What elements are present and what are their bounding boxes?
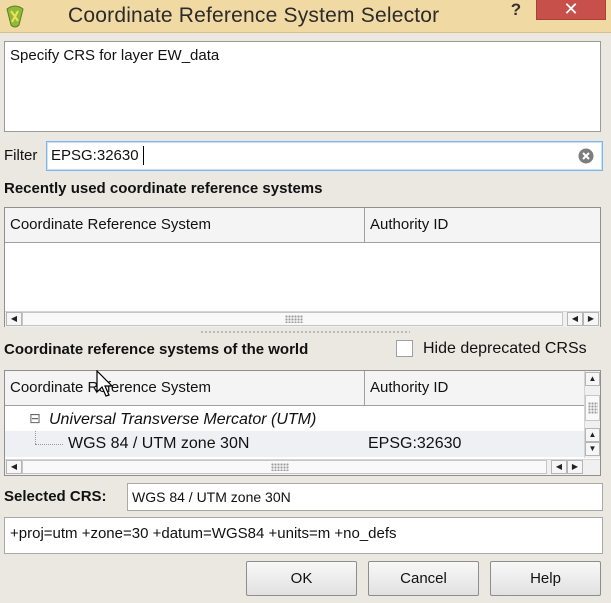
recent-scroll-left-button[interactable]: ◀ — [6, 312, 22, 326]
world-scroll-left-button-2[interactable]: ◀ — [551, 460, 567, 474]
tree-group-utm[interactable]: Universal Transverse Mercator (UTM) — [49, 411, 316, 429]
authority-id-cell: EPSG:32630 — [368, 435, 462, 452]
splitter-handle[interactable] — [200, 330, 410, 335]
world-scroll-grip — [271, 463, 289, 471]
world-vertical-thumb[interactable] — [585, 395, 600, 421]
proj4-definition: +proj=utm +zone=30 +datum=WGS84 +units=m… — [10, 525, 397, 542]
help-button[interactable]: Help — [490, 561, 601, 596]
world-horizontal-scrollbar[interactable]: ◀ ◀ ▶ — [5, 459, 600, 475]
recent-scroll-thumb[interactable] — [22, 312, 563, 326]
filter-value: EPSG:32630 — [51, 147, 139, 164]
tree-row-selected[interactable]: WGS 84 / UTM zone 30N EPSG:32630 — [5, 431, 585, 457]
world-scroll-up-button-2[interactable]: ▲ — [585, 428, 600, 442]
world-scroll-thumb[interactable] — [22, 460, 547, 474]
hide-deprecated-checkbox[interactable] — [396, 340, 413, 357]
recent-scroll-right-button[interactable]: ▶ — [583, 312, 599, 326]
tree-guide-line-horizontal — [35, 444, 63, 445]
world-scroll-left-button[interactable]: ◀ — [6, 460, 22, 474]
world-scroll-up-button[interactable]: ▲ — [585, 372, 600, 386]
clear-filter-icon[interactable] — [578, 148, 594, 164]
selected-crs-field: WGS 84 / UTM zone 30N — [127, 483, 603, 511]
layer-description: Specify CRS for layer EW_data — [10, 47, 220, 64]
world-crs-heading: Coordinate reference systems of the worl… — [4, 341, 309, 358]
window-title: Coordinate Reference System Selector — [68, 4, 440, 27]
filter-input[interactable]: EPSG:32630 — [46, 141, 603, 171]
world-vertical-grip — [588, 402, 598, 414]
world-crs-table[interactable]: Coordinate Reference System Authority ID… — [4, 370, 601, 476]
recent-crs-table[interactable]: Coordinate Reference System Authority ID… — [4, 207, 601, 327]
recent-column-crs[interactable]: Coordinate Reference System — [5, 208, 365, 243]
cancel-button[interactable]: Cancel — [368, 561, 479, 596]
close-button[interactable]: ✕ — [536, 0, 606, 20]
text-caret — [143, 146, 144, 165]
world-vertical-scrollbar[interactable]: ▲ ▲ ▼ — [584, 371, 600, 458]
world-scroll-down-button[interactable]: ▼ — [585, 442, 600, 456]
recent-crs-heading: Recently used coordinate reference syste… — [4, 180, 323, 197]
recent-scroll-left-button-2[interactable]: ◀ — [567, 312, 583, 326]
title-bar[interactable]: Coordinate Reference System Selector ? ✕ — [0, 0, 611, 33]
tree-guide-line — [35, 431, 36, 444]
crs-name-cell: WGS 84 / UTM zone 30N — [68, 435, 250, 452]
recent-horizontal-scrollbar[interactable]: ◀ ◀ ▶ — [5, 311, 600, 327]
context-help-button[interactable]: ? — [504, 0, 528, 22]
selected-crs-label: Selected CRS: — [4, 488, 107, 505]
ok-button[interactable]: OK — [246, 561, 357, 596]
hide-deprecated-label[interactable]: Hide deprecated CRSs — [423, 340, 587, 358]
world-column-crs[interactable]: Coordinate Reference System — [5, 371, 365, 406]
proj4-definition-box: +proj=utm +zone=30 +datum=WGS84 +units=m… — [4, 517, 603, 554]
world-scroll-right-button[interactable]: ▶ — [567, 460, 583, 474]
world-column-authority-id[interactable]: Authority ID — [365, 371, 585, 406]
filter-label: Filter — [4, 147, 38, 164]
selected-crs-value: WGS 84 / UTM zone 30N — [132, 489, 291, 505]
layer-description-box: Specify CRS for layer EW_data — [4, 41, 601, 132]
recent-scroll-grip — [285, 315, 303, 323]
recent-column-authority-id[interactable]: Authority ID — [365, 208, 600, 243]
mouse-pointer-icon — [96, 370, 114, 397]
tree-collapse-icon[interactable]: ⊟ — [29, 410, 41, 427]
qgis-logo-icon — [6, 5, 24, 28]
